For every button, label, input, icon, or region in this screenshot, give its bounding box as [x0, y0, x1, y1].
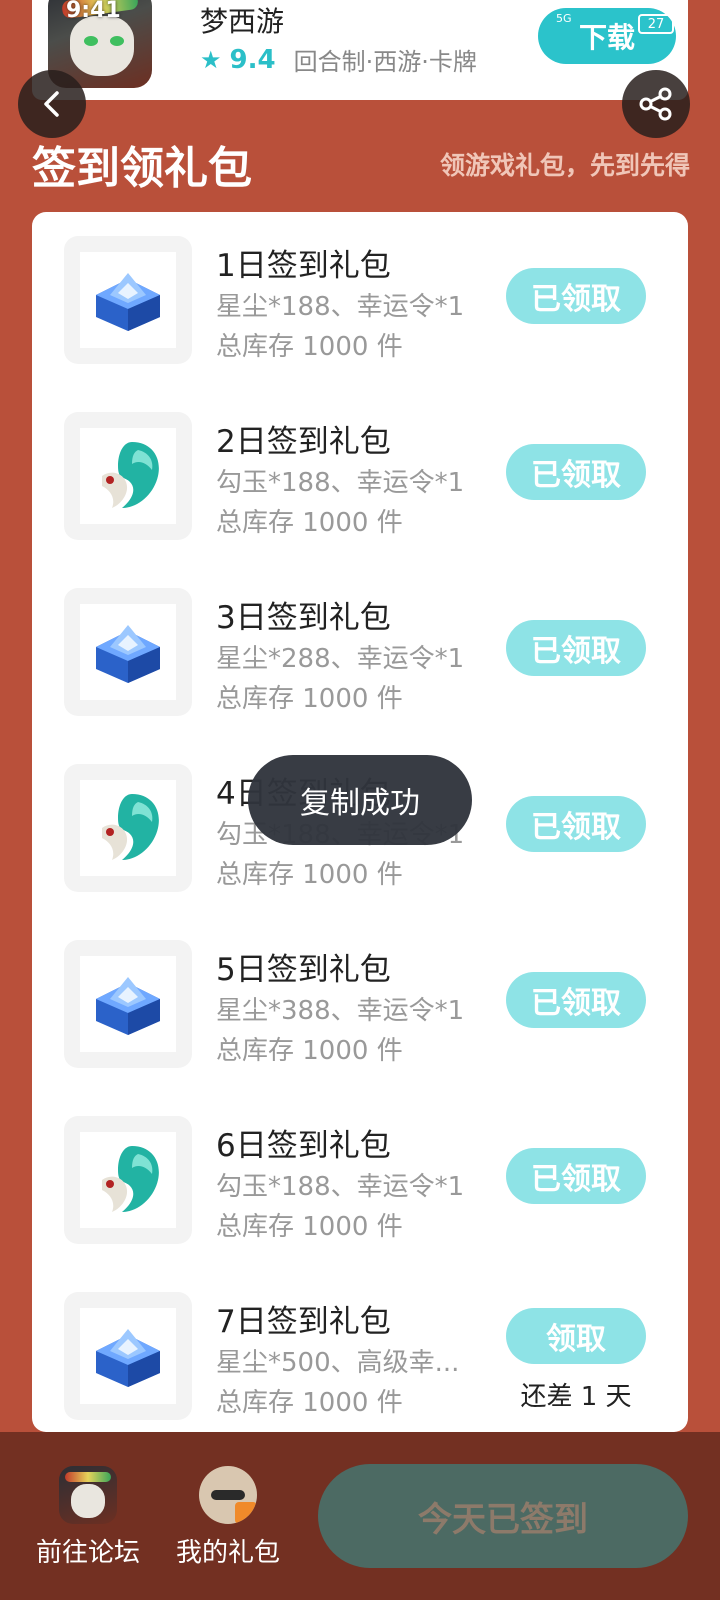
claimed-button[interactable]: 已领取 — [506, 620, 646, 676]
gift-thumbnail — [64, 412, 192, 540]
claimed-button[interactable]: 已领取 — [506, 972, 646, 1028]
gift-item-day3[interactable]: 3日签到礼包 星尘*288、幸运令*1 总库存 1000 件 已领取 — [32, 564, 688, 716]
gift-stock: 总库存 1000 件 — [216, 332, 403, 362]
gift-item-day7[interactable]: 7日签到礼包 星尘*500、高级幸... 总库存 1000 件 领取 还差 1 … — [32, 1268, 688, 1420]
avatar — [199, 1466, 257, 1524]
eye-decoration — [110, 36, 124, 46]
toast-message: 复制成功 — [248, 755, 472, 845]
my-gifts-label: 我的礼包 — [175, 1538, 280, 1568]
forum-game-icon — [59, 1466, 117, 1524]
panda-face-decoration — [70, 16, 134, 76]
remaining-days-text: 还差 1 天 — [520, 1382, 632, 1412]
gift-item-day1[interactable]: 1日签到礼包 星尘*188、幸运令*1 总库存 1000 件 已领取 — [32, 212, 688, 364]
gift-thumbnail — [64, 1116, 192, 1244]
gift-desc: 星尘*288、幸运令*1 — [216, 644, 465, 674]
gift-title: 1日签到礼包 — [216, 248, 391, 284]
gift-desc: 勾玉*188、幸运令*1 — [216, 468, 465, 498]
chevron-left-icon — [44, 91, 59, 117]
game-card[interactable]: 9:41 梦西游 ★ 9.4 回合制·西游·卡牌 下载 5G 27 — [32, 0, 688, 100]
claimed-button[interactable]: 已领取 — [506, 796, 646, 852]
signed-in-button[interactable]: 今天已签到 — [318, 1464, 688, 1568]
forum-label: 前往论坛 — [35, 1538, 140, 1568]
page-title: 签到领礼包 — [32, 143, 252, 194]
back-button[interactable] — [18, 70, 86, 138]
game-score: 9.4 — [229, 44, 276, 75]
gift-title: 5日签到礼包 — [216, 952, 391, 988]
gift-desc: 星尘*388、幸运令*1 — [216, 996, 465, 1026]
share-button[interactable] — [622, 70, 690, 138]
battery-icon: 27 — [638, 14, 674, 34]
jade-magatama-icon — [102, 442, 159, 508]
page-subtitle: 领游戏礼包，先到先得 — [439, 151, 690, 180]
gift-title: 6日签到礼包 — [216, 1128, 391, 1164]
game-tags: 回合制·西游·卡牌 — [293, 48, 477, 76]
gift-stock: 总库存 1000 件 — [216, 860, 403, 890]
gift-item-day5[interactable]: 5日签到礼包 星尘*388、幸运令*1 总库存 1000 件 已领取 — [32, 916, 688, 1068]
gift-desc: 星尘*188、幸运令*1 — [216, 292, 465, 322]
gift-title: 3日签到礼包 — [216, 600, 391, 636]
eye-decoration — [84, 36, 98, 46]
star-icon: ★ — [200, 45, 222, 74]
gift-thumbnail — [64, 236, 192, 364]
gift-title: 2日签到礼包 — [216, 424, 391, 460]
claimed-button[interactable]: 已领取 — [506, 444, 646, 500]
forum-link[interactable]: 前往论坛 — [28, 1466, 148, 1569]
gift-stock: 总库存 1000 件 — [216, 684, 403, 714]
gift-stock: 总库存 1000 件 — [216, 508, 403, 538]
gift-stock: 总库存 1000 件 — [216, 1036, 403, 1066]
jade-magatama-icon — [102, 1146, 159, 1212]
claimed-button[interactable]: 已领取 — [506, 268, 646, 324]
blue-crystal-chest-icon — [96, 273, 160, 331]
jade-magatama-icon — [102, 794, 159, 860]
gift-icon — [235, 1502, 257, 1524]
status-time: 9:41 — [66, 0, 121, 23]
gift-stock: 总库存 1000 件 — [216, 1212, 403, 1242]
gift-thumbnail — [64, 588, 192, 716]
share-icon — [639, 87, 672, 121]
claim-button[interactable]: 领取 — [506, 1308, 646, 1364]
gift-item-day2[interactable]: 2日签到礼包 勾玉*188、幸运令*1 总库存 1000 件 已领取 — [32, 388, 688, 540]
blue-crystal-chest-icon — [96, 977, 160, 1035]
gift-thumbnail — [64, 940, 192, 1068]
my-gifts-link[interactable]: 我的礼包 — [168, 1466, 288, 1569]
bottom-bar: 前往论坛 我的礼包 今天已签到 — [0, 1432, 720, 1600]
gift-thumbnail — [64, 1292, 192, 1420]
blue-crystal-chest-icon — [96, 1329, 160, 1387]
game-meta: ★ 9.4 回合制·西游·卡牌 — [200, 42, 477, 77]
gift-stock: 总库存 1000 件 — [216, 1388, 403, 1418]
blue-crystal-chest-icon — [96, 625, 160, 683]
gift-thumbnail — [64, 764, 192, 892]
signal-icon: 5G — [556, 12, 572, 25]
gift-item-day6[interactable]: 6日签到礼包 勾玉*188、幸运令*1 总库存 1000 件 已领取 — [32, 1092, 688, 1244]
gift-desc: 勾玉*188、幸运令*1 — [216, 1172, 465, 1202]
gift-desc: 星尘*500、高级幸... — [216, 1348, 460, 1378]
gift-title: 7日签到礼包 — [216, 1304, 391, 1340]
game-name: 梦西游 — [200, 5, 285, 38]
claimed-button[interactable]: 已领取 — [506, 1148, 646, 1204]
